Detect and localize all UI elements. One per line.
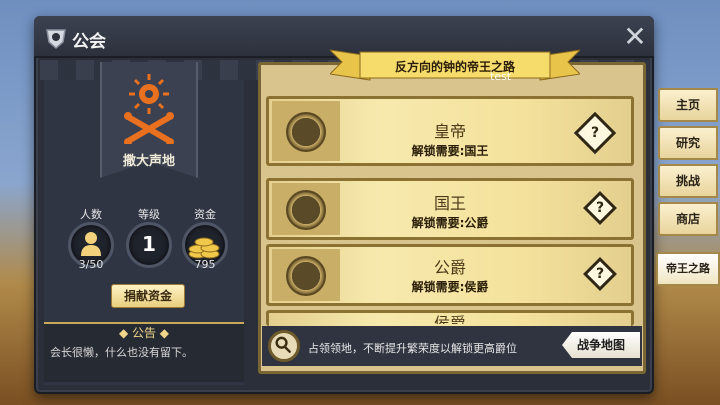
members-label: 人数 bbox=[80, 208, 102, 221]
rank-name: 公爵 bbox=[433, 258, 466, 277]
tab-challenge[interactable]: 挑战 bbox=[658, 164, 718, 198]
notice-title: ◆ 公告 ◆ bbox=[118, 326, 170, 340]
rank-requirement: 解锁需要:国王 bbox=[411, 144, 489, 158]
rank-requirement: 解锁需要:公爵 bbox=[411, 216, 489, 230]
tab-emperor-road[interactable]: 帝王之路 bbox=[656, 252, 720, 286]
helmet-medal-icon bbox=[286, 190, 326, 230]
tab-shop[interactable]: 商店 bbox=[658, 202, 718, 236]
question-mark: ? bbox=[595, 200, 605, 216]
question-mark: ? bbox=[590, 125, 600, 141]
question-mark: ? bbox=[595, 266, 605, 282]
rank-name: 侯爵 bbox=[433, 314, 466, 324]
tab-home[interactable]: 主页 bbox=[658, 88, 718, 122]
unlock-hint: 占领领地，不断提升繁荣度以解锁更高爵位 bbox=[308, 342, 517, 355]
war-map-button[interactable]: 战争地图 bbox=[562, 332, 640, 358]
rank-requirement: 解锁需要:侯爵 bbox=[411, 280, 489, 294]
ribbon-title: 反方向的钟的帝王之路 bbox=[394, 60, 515, 74]
crown-medal-icon bbox=[286, 112, 326, 152]
donate-funds-button[interactable]: 捐献资金 bbox=[111, 284, 185, 308]
tab-research[interactable]: 研究 bbox=[658, 126, 718, 160]
notice-text: 会长很懒，什么也没有留下。 bbox=[50, 346, 193, 359]
close-icon[interactable]: ✕ bbox=[622, 23, 648, 51]
helmet-medal-icon bbox=[286, 256, 326, 296]
members-value: 3/50 bbox=[78, 258, 104, 271]
funds-label: 资金 bbox=[194, 208, 216, 221]
member-person-icon bbox=[81, 232, 101, 256]
crossed-bones-sun-emblem bbox=[124, 74, 174, 144]
guild-shield-icon bbox=[46, 29, 66, 49]
coins-icon bbox=[188, 237, 220, 259]
ribbon-subtitle: test bbox=[490, 70, 512, 83]
rank-name: 国王 bbox=[433, 194, 466, 213]
rank-name: 皇帝 bbox=[433, 122, 466, 141]
level-label: 等级 bbox=[138, 208, 160, 221]
window-title: 公会 bbox=[72, 32, 106, 52]
magnifier-icon[interactable] bbox=[268, 330, 300, 362]
level-value: 1 bbox=[142, 232, 156, 256]
funds-value: 795 bbox=[194, 258, 216, 271]
guild-name: 撒大声地 bbox=[122, 154, 175, 169]
